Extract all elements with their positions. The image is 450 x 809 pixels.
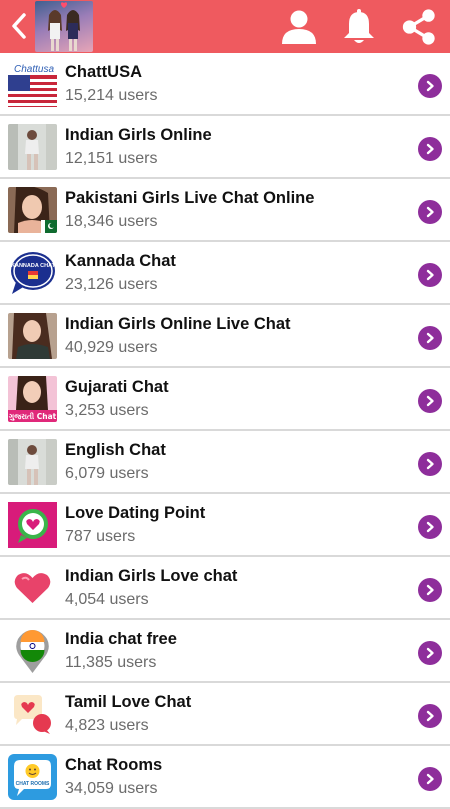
- room-name: Love Dating Point: [65, 504, 206, 522]
- user-count: 11,385 users: [65, 654, 157, 671]
- room-name: Chat Rooms: [65, 756, 163, 774]
- chevron-right-icon: [426, 584, 434, 596]
- girl-photo-thumbnail: [8, 124, 57, 170]
- open-room-button[interactable]: [418, 74, 442, 98]
- user-count: 23,126 users: [65, 276, 158, 293]
- gujarati-chat-thumbnail: ગુજરાતી Chat: [8, 376, 57, 422]
- open-room-button[interactable]: [418, 704, 442, 728]
- app-logo: [35, 1, 93, 52]
- back-button[interactable]: [6, 12, 32, 40]
- list-item[interactable]: ગુજરાતી Chat Gujarati Chat 3,253 users: [0, 368, 450, 431]
- india-pin-icon: [8, 628, 57, 674]
- open-room-button[interactable]: [418, 389, 442, 413]
- list-item[interactable]: India chat free 11,385 users: [0, 620, 450, 683]
- chevron-right-icon: [426, 206, 434, 218]
- love-chat-thumbnail: [8, 502, 57, 548]
- list-item[interactable]: KANNADA CHAT Kannada Chat 23,126 users: [0, 242, 450, 305]
- chevron-right-icon: [426, 395, 434, 407]
- thumb-label: KANNADA CHAT: [11, 263, 56, 269]
- room-name: Indian Girls Online: [65, 126, 212, 144]
- chevron-right-icon: [426, 710, 434, 722]
- user-count: 6,079 users: [65, 465, 149, 482]
- user-count: 787 users: [65, 528, 136, 545]
- room-name: Pakistani Girls Live Chat Online: [65, 189, 315, 207]
- open-room-button[interactable]: [418, 452, 442, 476]
- list-item[interactable]: Indian Girls Online Live Chat 40,929 use…: [0, 305, 450, 368]
- room-name: ChattUSA: [65, 63, 142, 81]
- user-count: 4,054 users: [65, 591, 149, 608]
- open-room-button[interactable]: [418, 515, 442, 539]
- chat-room-list: Chattusa ChattUSA 15,214 users Indian Gi…: [0, 53, 450, 809]
- chevron-right-icon: [426, 143, 434, 155]
- list-item[interactable]: Tamil Love Chat 4,823 users: [0, 683, 450, 746]
- share-icon: [402, 9, 435, 45]
- thumb-label: Chattusa: [14, 64, 54, 75]
- open-room-button[interactable]: [418, 641, 442, 665]
- user-count: 3,253 users: [65, 402, 149, 419]
- user-count: 18,346 users: [65, 213, 158, 230]
- chevron-right-icon: [426, 332, 434, 344]
- chevron-right-icon: [426, 80, 434, 92]
- list-item[interactable]: Indian Girls Love chat 4,054 users: [0, 557, 450, 620]
- list-item[interactable]: Chattusa ChattUSA 15,214 users: [0, 53, 450, 116]
- open-room-button[interactable]: [418, 263, 442, 287]
- list-item[interactable]: Love Dating Point 787 users: [0, 494, 450, 557]
- chat-rooms-icon: CHAT ROOMS: [8, 754, 57, 800]
- kannada-chat-thumbnail: KANNADA CHAT: [8, 250, 57, 296]
- chevron-right-icon: [426, 458, 434, 470]
- user-count: 12,151 users: [65, 150, 158, 167]
- chevron-right-icon: [426, 773, 434, 785]
- user-count: 15,214 users: [65, 87, 158, 104]
- us-flag-thumbnail: Chattusa: [8, 61, 57, 107]
- love-bubbles-icon: [8, 691, 57, 737]
- user-count: 40,929 users: [65, 339, 158, 356]
- list-item[interactable]: Pakistani Girls Live Chat Online 18,346 …: [0, 179, 450, 242]
- chevron-left-icon: [12, 13, 26, 39]
- profile-button[interactable]: [280, 8, 318, 46]
- thumb-label: CHAT ROOMS: [16, 781, 50, 787]
- girl-photo-thumbnail: [8, 439, 57, 485]
- room-name: Gujarati Chat: [65, 378, 169, 396]
- top-app-bar: [0, 0, 450, 53]
- open-room-button[interactable]: [418, 326, 442, 350]
- girl-photo-thumbnail: [8, 313, 57, 359]
- room-name: India chat free: [65, 630, 177, 648]
- room-name: Indian Girls Online Live Chat: [65, 315, 291, 333]
- notifications-button[interactable]: [340, 8, 378, 46]
- person-icon: [282, 10, 316, 44]
- share-button[interactable]: [400, 8, 438, 46]
- room-name: Kannada Chat: [65, 252, 176, 270]
- open-room-button[interactable]: [418, 200, 442, 224]
- open-room-button[interactable]: [418, 578, 442, 602]
- room-name: Indian Girls Love chat: [65, 567, 238, 585]
- user-count: 34,059 users: [65, 780, 158, 797]
- list-item[interactable]: English Chat 6,079 users: [0, 431, 450, 494]
- pakistan-girl-thumbnail: [8, 187, 57, 233]
- user-count: 4,823 users: [65, 717, 149, 734]
- list-item[interactable]: Indian Girls Online 12,151 users: [0, 116, 450, 179]
- open-room-button[interactable]: [418, 137, 442, 161]
- thumb-label: ગુજરાતી Chat: [9, 411, 57, 422]
- heart-icon: [8, 565, 57, 611]
- chevron-right-icon: [426, 269, 434, 281]
- chevron-right-icon: [426, 647, 434, 659]
- room-name: Tamil Love Chat: [65, 693, 192, 711]
- open-room-button[interactable]: [418, 767, 442, 791]
- room-name: English Chat: [65, 441, 166, 459]
- chevron-right-icon: [426, 521, 434, 533]
- bell-icon: [344, 9, 374, 43]
